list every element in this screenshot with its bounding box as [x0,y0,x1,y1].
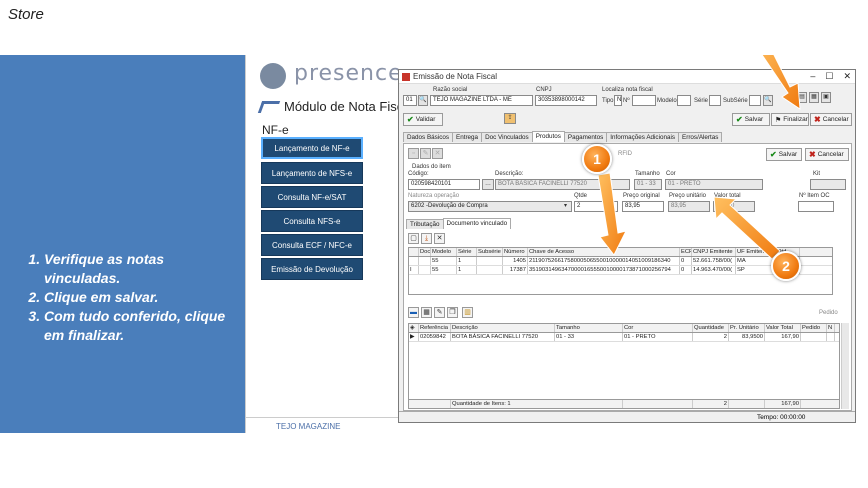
step-2: Clique em salvar. [44,288,235,307]
step-1: Verifique as notas vinculadas. [44,250,235,288]
app-screenshot: presence Módulo de Nota Fiscal NF-e Lanç… [245,55,868,433]
step-3: Com tudo conferido, clique em finalizar. [44,307,235,345]
slide-title: Store [8,6,44,23]
instruction-steps: Verifique as notas vinculadas. Clique em… [20,250,235,345]
callout-2: 2 [771,251,801,281]
callout-1: 1 [582,144,612,174]
instruction-panel: Verifique as notas vinculadas. Clique em… [0,55,245,433]
callout-arrows [597,55,801,260]
arrow-3 [761,55,801,110]
arrow-1 [597,172,627,256]
arrow-2 [713,196,781,260]
